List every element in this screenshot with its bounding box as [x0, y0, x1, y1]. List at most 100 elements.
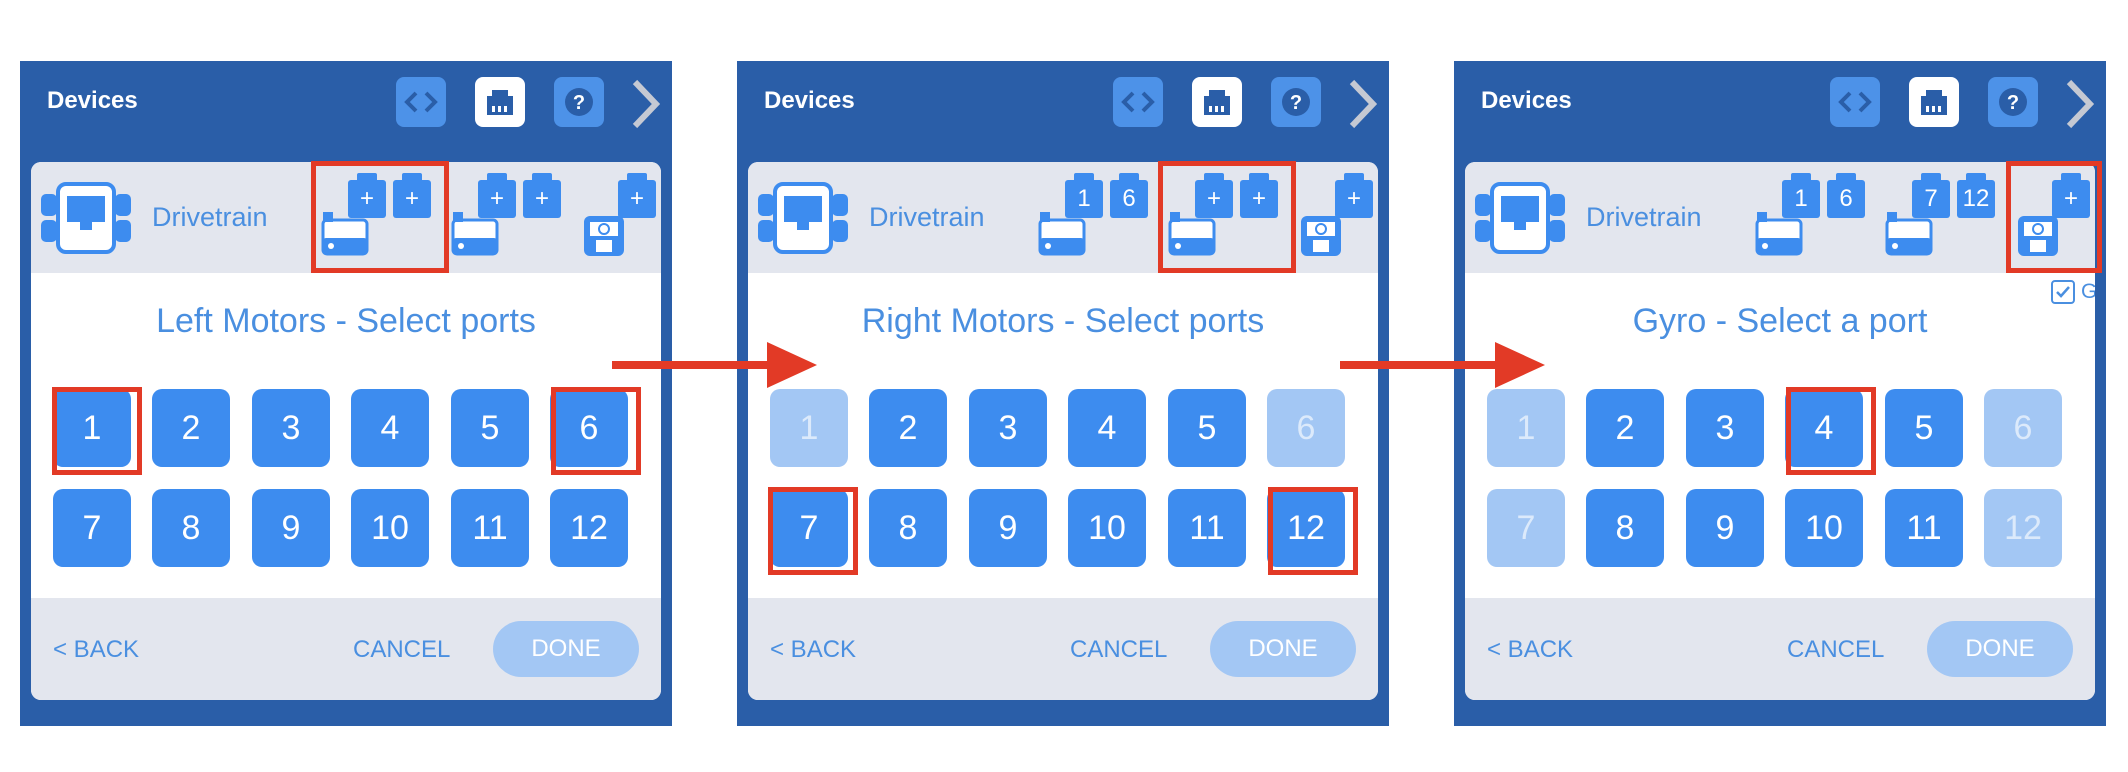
port-button-1: 1	[1487, 389, 1565, 467]
port-button-4[interactable]: 4	[1785, 389, 1863, 467]
port-chip: 1	[1065, 173, 1103, 218]
done-button[interactable]: DONE	[1210, 621, 1356, 677]
port-button-5[interactable]: 5	[451, 389, 529, 467]
help-icon[interactable]: ?	[1271, 77, 1321, 127]
port-button-6: 6	[1984, 389, 2062, 467]
drivetrain-icon	[1475, 182, 1565, 254]
gyro-slot[interactable]: +	[1299, 173, 1378, 258]
drivetrain-icon	[758, 182, 848, 254]
port-button-8[interactable]: 8	[152, 489, 230, 567]
gyro-slot[interactable]: +	[582, 173, 661, 258]
port-chip: +	[1240, 173, 1278, 218]
chevron-right-icon[interactable]	[1347, 79, 1377, 129]
svg-text:?: ?	[1290, 92, 1302, 114]
port-button-3[interactable]: 3	[252, 389, 330, 467]
drivetrain-icon	[41, 182, 131, 254]
panel-header: Devices ?	[20, 61, 672, 145]
port-chip: +	[478, 173, 516, 218]
device-port-icon[interactable]	[475, 77, 525, 127]
port-button-8[interactable]: 8	[869, 489, 947, 567]
drivetrain-label: Drivetrain	[869, 202, 985, 232]
port-button-9[interactable]: 9	[1686, 489, 1764, 567]
chevron-right-icon[interactable]	[2064, 79, 2094, 129]
step-arrow-icon	[1340, 342, 1545, 388]
port-button-5[interactable]: 5	[1885, 389, 1963, 467]
help-icon[interactable]: ?	[1988, 77, 2038, 127]
drivetrain-label: Drivetrain	[152, 202, 268, 232]
left-motor-slot[interactable]: 1 6	[1038, 173, 1148, 258]
done-button[interactable]: DONE	[493, 621, 639, 677]
cancel-button[interactable]: CANCEL	[1070, 636, 1167, 664]
port-chip: 1	[1782, 173, 1820, 218]
port-button-9[interactable]: 9	[252, 489, 330, 567]
right-motor-slot[interactable]: + +	[1168, 173, 1278, 258]
gyro-checkbox[interactable]: GYRO	[2051, 280, 2095, 304]
port-button-7[interactable]: 7	[770, 489, 848, 567]
port-button-12[interactable]: 12	[1267, 489, 1345, 567]
select-ports-title: Left Motors - Select ports	[156, 302, 536, 340]
card-footer: < BACK CANCEL DONE	[1465, 598, 2095, 700]
port-button-1: 1	[770, 389, 848, 467]
port-button-3[interactable]: 3	[969, 389, 1047, 467]
device-slots-band: Drivetrain 1 6 7 12 +	[1465, 162, 2095, 273]
select-ports-title: Right Motors - Select ports	[861, 302, 1265, 340]
panel-header: Devices ?	[1454, 61, 2106, 145]
left-motor-slot[interactable]: 1 6	[1755, 173, 1865, 258]
gyro-checkbox-label: GYRO	[2081, 280, 2095, 303]
port-button-5[interactable]: 5	[1168, 389, 1246, 467]
port-button-10[interactable]: 10	[1068, 489, 1146, 567]
port-button-11[interactable]: 11	[1168, 489, 1246, 567]
done-button[interactable]: DONE	[1927, 621, 2073, 677]
port-chip: +	[2052, 173, 2090, 218]
port-chip: 6	[1827, 173, 1865, 218]
code-icon[interactable]	[1830, 77, 1880, 127]
port-button-6[interactable]: 6	[550, 389, 628, 467]
port-chip: 7	[1912, 173, 1950, 218]
port-button-7: 7	[1487, 489, 1565, 567]
port-button-2[interactable]: 2	[152, 389, 230, 467]
back-button[interactable]: < BACK	[770, 636, 856, 664]
port-button-6: 6	[1267, 389, 1345, 467]
device-port-icon[interactable]	[1192, 77, 1242, 127]
port-button-10[interactable]: 10	[351, 489, 429, 567]
help-icon[interactable]: ?	[554, 77, 604, 127]
step-arrow-icon	[612, 342, 817, 388]
panel-header: Devices ?	[737, 61, 1389, 145]
device-slots-band: Drivetrain + + + + +	[31, 162, 661, 273]
port-button-3[interactable]: 3	[1686, 389, 1764, 467]
back-button[interactable]: < BACK	[53, 636, 139, 664]
port-chip: +	[1335, 173, 1373, 218]
right-motor-slot[interactable]: + +	[451, 173, 561, 258]
gyro-slot[interactable]: +	[2016, 173, 2095, 258]
port-chip: +	[348, 173, 386, 218]
port-chip: +	[618, 173, 656, 218]
right-motor-slot[interactable]: 7 12	[1885, 173, 1995, 258]
port-button-4[interactable]: 4	[1068, 389, 1146, 467]
device-port-icon[interactable]	[1909, 77, 1959, 127]
port-button-2[interactable]: 2	[1586, 389, 1664, 467]
chevron-right-icon[interactable]	[630, 79, 660, 129]
cancel-button[interactable]: CANCEL	[1787, 636, 1884, 664]
port-chip: +	[1195, 173, 1233, 218]
code-icon[interactable]	[396, 77, 446, 127]
port-button-11[interactable]: 11	[451, 489, 529, 567]
devices-panel-right-motors: Devices ? Drivetrain 1 6 + + + Right Mot…	[737, 61, 1389, 726]
port-button-7[interactable]: 7	[53, 489, 131, 567]
port-button-10[interactable]: 10	[1785, 489, 1863, 567]
card-footer: < BACK CANCEL DONE	[31, 598, 661, 700]
port-button-1[interactable]: 1	[53, 389, 131, 467]
port-chip: 12	[1957, 173, 1995, 218]
header-title: Devices	[1481, 87, 1572, 114]
code-icon[interactable]	[1113, 77, 1163, 127]
port-chip: +	[523, 173, 561, 218]
cancel-button[interactable]: CANCEL	[353, 636, 450, 664]
devices-panel-left-motors: Devices ? Drivetrain + + + + + Left Moto…	[20, 61, 672, 726]
port-button-11[interactable]: 11	[1885, 489, 1963, 567]
port-button-8[interactable]: 8	[1586, 489, 1664, 567]
port-button-2[interactable]: 2	[869, 389, 947, 467]
port-button-9[interactable]: 9	[969, 489, 1047, 567]
left-motor-slot[interactable]: + +	[321, 173, 431, 258]
port-button-12[interactable]: 12	[550, 489, 628, 567]
back-button[interactable]: < BACK	[1487, 636, 1573, 664]
port-button-4[interactable]: 4	[351, 389, 429, 467]
